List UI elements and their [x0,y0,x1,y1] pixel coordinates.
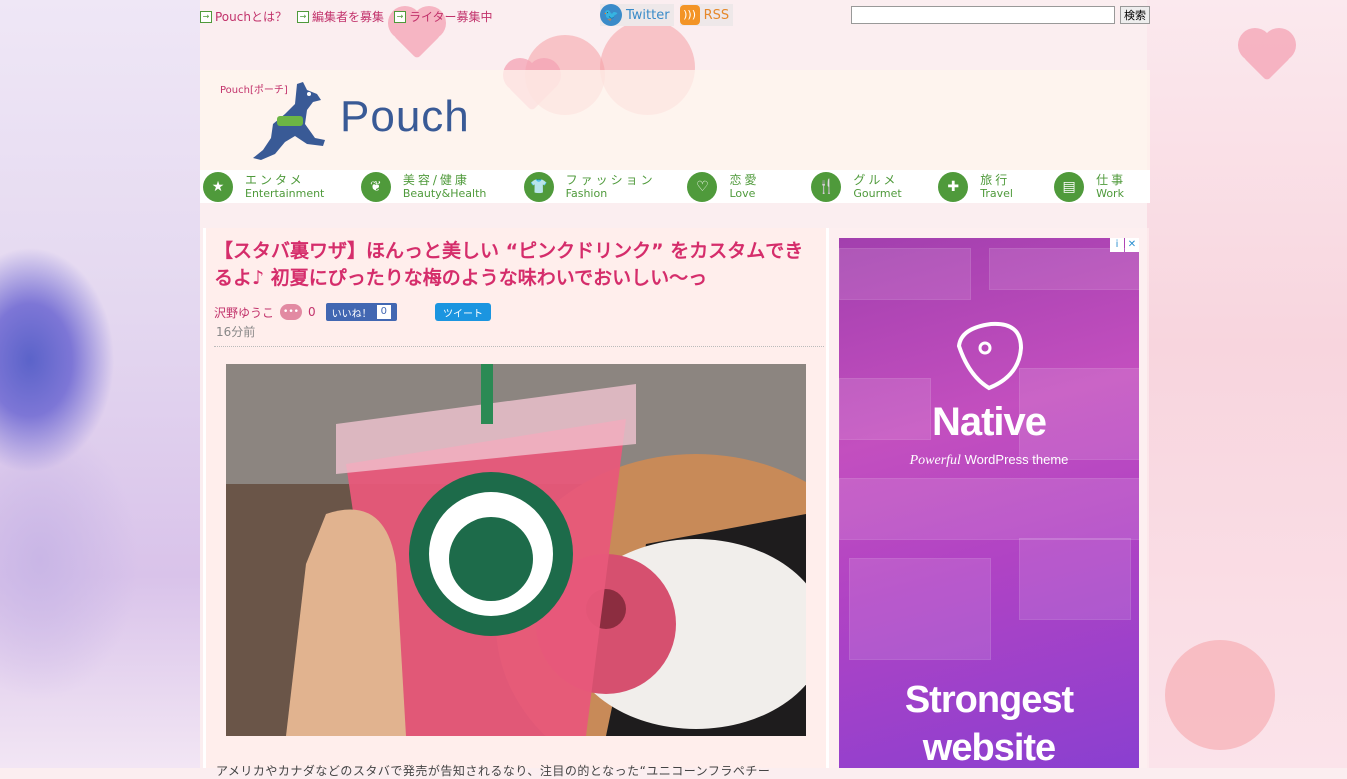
article-body-start: アメリカやカナダなどのスタバで発売が告知されるなり、注目の的となった“ユニコーン… [216,764,771,778]
toplink-writer-recruit[interactable]: → ライター募集中 [393,8,493,25]
nav-item-love[interactable]: ♡ 恋愛 Love [687,170,811,203]
article-meta: 沢野ゆうこ ••• 0 いいね！ 0 ツイート [214,303,492,321]
shirt-icon: 👕 [523,171,554,202]
nav-label-jp: 美容/健康 [402,172,470,187]
nav-label-en: Travel [980,186,1013,200]
ad-background-tile [1019,538,1131,620]
heart-icon: ♡ [687,171,718,202]
nav-label-jp: グルメ [853,172,899,187]
nav-item-work[interactable]: ▤ 仕事 Work [1054,170,1150,203]
kangaroo-logo-icon [253,82,325,160]
nav-label-en: Entertainment [245,186,325,200]
ad-tagline-text: WordPress theme [964,452,1069,467]
rss-button[interactable]: ))) RSS [679,4,734,26]
ad-headline-line: website [922,727,1056,768]
rss-icon: ))) [679,5,700,25]
article-title[interactable]: 【スタバ裏ワザ】ほんっと美しい “ピンクドリンク” をカスタムできるよ♪ 初夏に… [214,238,814,292]
fork-knife-icon: 🍴 [811,171,842,202]
globe-icon: ✚ [938,171,969,202]
background-character-left [0,0,200,768]
native-logo-icon [956,321,1024,391]
leaf-icon: ❦ [360,171,391,202]
nav-item-entertainment[interactable]: ★ エンタメ Entertainment [200,170,361,203]
article-photo[interactable] [226,364,806,736]
nav-label-jp: 仕事 [1096,172,1127,187]
ad-info-icon[interactable]: i [1110,238,1124,252]
site-header: Pouch[ポーチ] Pouch [200,70,1150,170]
toplink-about[interactable]: → Pouchとは？ [200,8,287,25]
nav-label-jp: ファッション [565,172,656,187]
ad-badges: i ✕ [1109,238,1139,252]
post-time: 16分前 [216,325,256,339]
ad-background-tile [989,248,1139,290]
toplink-editor-recruit[interactable]: → 編集者を募集 [296,8,384,25]
native-theme-ad[interactable]: i ✕ Native Powerful WordPress theme Stro… [839,238,1139,768]
facebook-like-button[interactable]: いいね！ 0 [325,303,398,321]
nav-item-travel[interactable]: ✚ 旅行 Travel [938,170,1054,203]
nav-label-en: Love [729,186,756,200]
notebook-icon: ▤ [1054,171,1085,202]
nav-label-en: Beauty&Health [402,186,487,200]
logo-wordmark: Pouch [340,92,470,141]
ad-tagline: Powerful WordPress theme [839,452,1139,469]
background-cherry [1165,640,1275,750]
toplink-label: Pouchとは？ [215,10,287,24]
ad-headline: Strongest website [839,676,1139,768]
rss-label: RSS [703,7,730,23]
arrow-icon: → [296,10,309,23]
comment-count[interactable]: 0 [308,305,316,319]
like-label: いいね！ [331,308,372,320]
ad-tagline-emphasis: Powerful [909,453,961,468]
nav-label-jp: 恋愛 [729,172,760,187]
ad-headline-line: Strongest [904,679,1074,721]
tweet-label: ツイート [443,308,484,320]
toplink-label: 編集者を募集 [311,10,384,24]
search-input[interactable] [851,6,1115,24]
nav-label-jp: エンタメ [245,172,305,187]
ad-brand-name: Native [931,400,1047,444]
top-bar: → Pouchとは？ → 編集者を募集 → ライター募集中 🐦 Twitter ))) R… [0,0,1347,32]
like-count: 0 [376,305,392,319]
article: 【スタバ裏ワザ】ほんっと美しい “ピンクドリンク” をカスタムできるよ♪ 初夏に… [203,228,826,778]
arrow-icon: → [393,10,406,23]
nav-item-fashion[interactable]: 👕 ファッション Fashion [523,170,688,203]
sidebar: i ✕ Native Powerful WordPress theme Stro… [826,228,1149,768]
top-links: → Pouchとは？ → 編集者を募集 → ライター募集中 [200,8,493,25]
nav-label-en: Fashion [565,186,608,200]
nav-label-en: Work [1096,186,1124,200]
nav-label-en: Gourmet [853,186,902,200]
ad-background-tile [849,558,991,660]
nav-label-jp: 旅行 [980,172,1011,187]
twitter-label: Twitter [626,7,670,23]
social-links: 🐦 Twitter ))) RSS [600,4,734,26]
comment-bubble-icon[interactable]: ••• [280,304,303,320]
search-button[interactable]: 検索 [1120,6,1150,24]
nav-item-gourmet[interactable]: 🍴 グルメ Gourmet [811,170,938,203]
nav-item-beauty-health[interactable]: ❦ 美容/健康 Beauty&Health [360,170,524,203]
star-icon: ★ [203,171,233,202]
tweet-button[interactable]: ツイート [435,303,492,321]
pink-drink-photo [226,364,806,736]
toplink-label: ライター募集中 [408,10,493,24]
ad-background-tile [839,248,971,300]
author-link[interactable]: 沢野ゆうこ [214,304,274,321]
divider [214,346,824,347]
arrow-icon: → [200,10,212,23]
twitter-bird-icon: 🐦 [600,4,622,26]
ad-close-icon[interactable]: ✕ [1125,238,1139,252]
ad-background-tile [839,478,1139,540]
category-nav: ★ エンタメ Entertainment ❦ 美容/健康 Beauty&Health… [200,170,1150,203]
twitter-button[interactable]: 🐦 Twitter [600,4,674,26]
